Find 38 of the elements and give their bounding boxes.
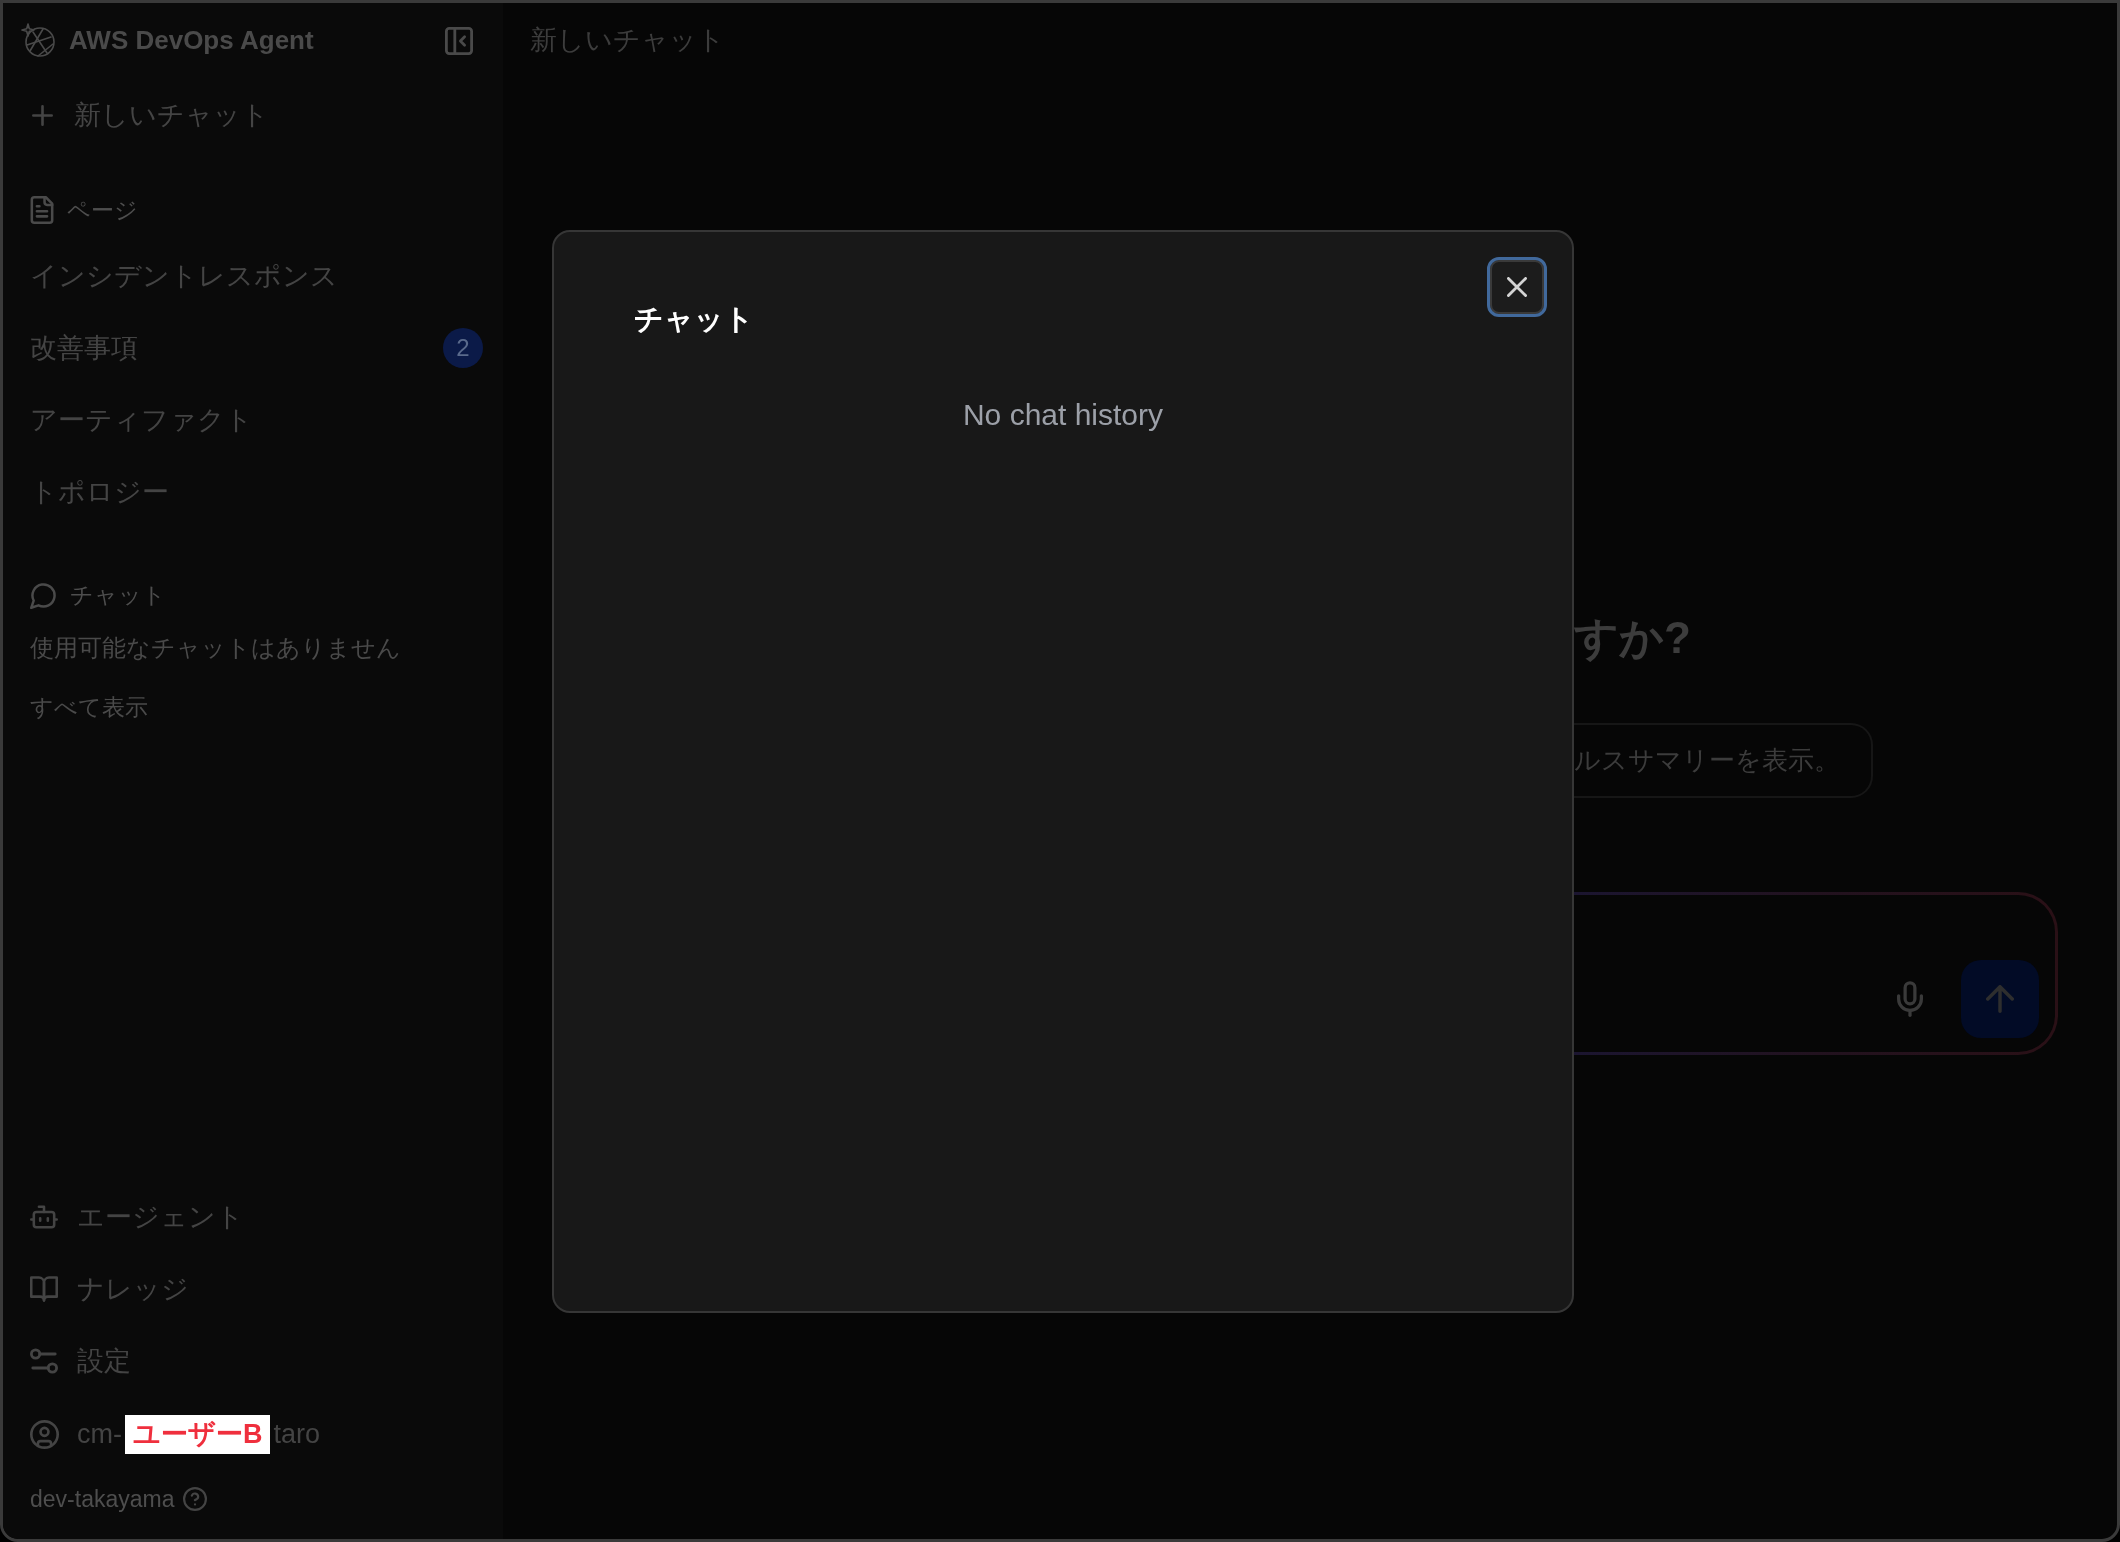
nav-item[interactable]: 設定 bbox=[3, 1325, 503, 1397]
nav-item[interactable]: 改善事項 2 bbox=[3, 312, 503, 384]
close-button[interactable] bbox=[1487, 257, 1547, 317]
nav-item[interactable]: インシデントレスポンス bbox=[3, 240, 503, 312]
nav-item[interactable]: トポロジー bbox=[3, 456, 503, 528]
app-title: AWS DevOps Agent bbox=[69, 24, 314, 57]
book-icon bbox=[30, 1276, 58, 1302]
collapse-sidebar-button[interactable] bbox=[445, 26, 473, 55]
show-all-link[interactable]: すべて表示 bbox=[30, 689, 148, 725]
user-avatar-icon bbox=[30, 1419, 59, 1449]
username-text: cm- bbox=[77, 1417, 122, 1451]
chats-icon bbox=[30, 581, 57, 609]
nav-item[interactable]: アーティファクト bbox=[3, 384, 503, 456]
dialog-title: チャット bbox=[634, 302, 754, 337]
help-icon[interactable] bbox=[183, 1487, 208, 1511]
pages-icon bbox=[30, 196, 54, 224]
robot-icon bbox=[30, 1204, 58, 1230]
chats-heading: チャット bbox=[70, 580, 166, 610]
count-badge: 2 bbox=[443, 328, 483, 368]
close-icon bbox=[1507, 277, 1527, 297]
new-chat-button[interactable]: 新しいチャット bbox=[3, 78, 503, 152]
account-name: dev-takayama bbox=[30, 1484, 175, 1514]
microphone-icon bbox=[1897, 981, 1923, 1017]
nav-item[interactable]: ナレッジ bbox=[3, 1253, 503, 1325]
sliders-icon bbox=[30, 1348, 58, 1374]
empty-chats-message: 使用可能なチャットはありません bbox=[29, 633, 402, 663]
send-button[interactable] bbox=[1961, 960, 2039, 1038]
arrow-up-icon bbox=[1986, 985, 2014, 1013]
redaction-label: ユーザーB bbox=[125, 1414, 271, 1454]
nav-item[interactable]: エージェント bbox=[3, 1181, 503, 1253]
sidebar-toggle-icon bbox=[445, 26, 473, 55]
chat-input-field[interactable] bbox=[1574, 892, 2058, 1055]
microphone-button[interactable] bbox=[1897, 981, 1923, 1017]
logo-icon bbox=[21, 22, 57, 59]
plus-icon bbox=[32, 104, 53, 126]
pages-heading: ページ bbox=[67, 195, 138, 225]
username-text: taro bbox=[273, 1417, 320, 1451]
empty-history-message: No chat history bbox=[962, 397, 1164, 433]
